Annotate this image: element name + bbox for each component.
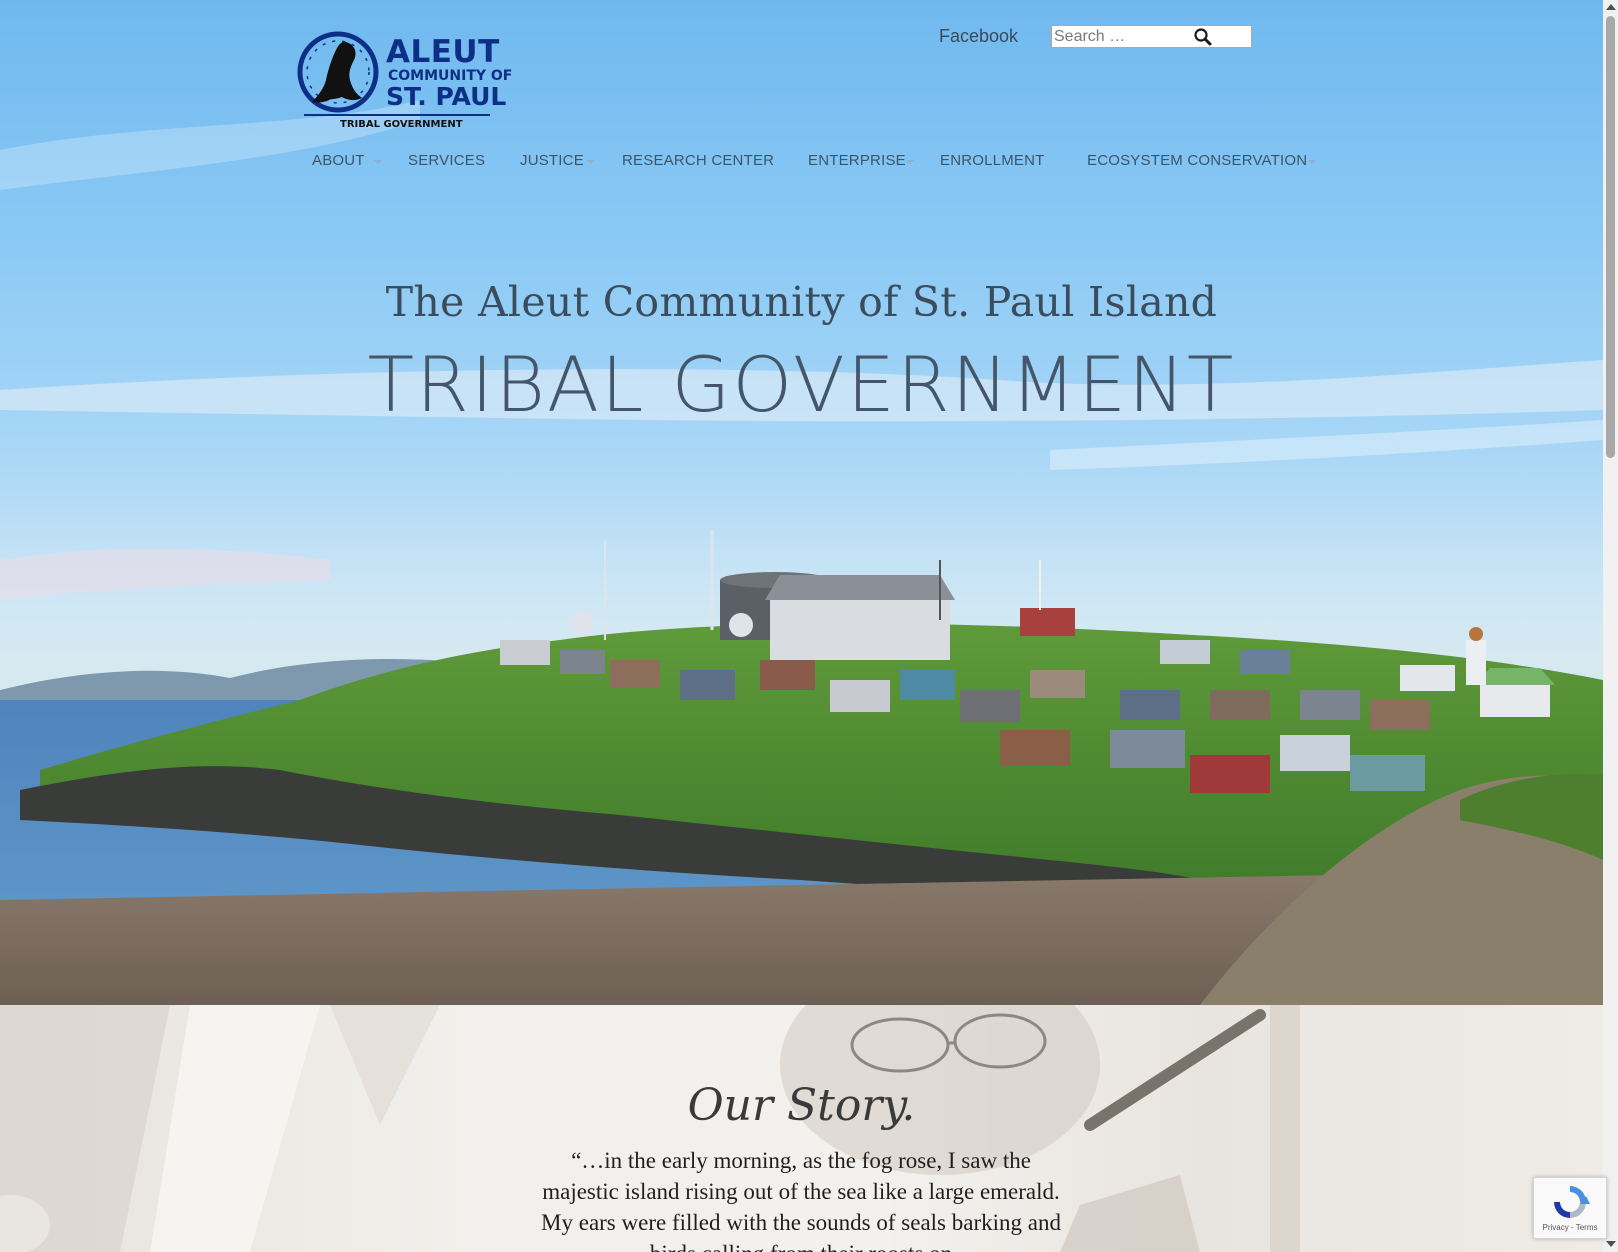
recaptcha-badge[interactable]: Privacy - Terms [1533,1177,1607,1239]
scroll-up-arrow-icon[interactable] [1606,4,1616,10]
logo-text-tribal-government: TRIBAL GOVERNMENT [340,119,463,130]
chevron-down-icon [374,160,382,164]
nav-item-services[interactable]: SERVICES [408,152,485,169]
seal-emblem-icon [297,31,379,113]
vertical-scrollbar[interactable] [1603,0,1618,1252]
chevron-down-icon [906,160,914,164]
story-title: Our Story. [687,1080,916,1131]
chevron-down-icon [1308,160,1316,164]
story-quote: “…in the early morning, as the fog rose,… [541,1148,1061,1252]
our-story-section: Our Story. “…in the early morning, as th… [0,1005,1603,1252]
site-logo[interactable]: ALEUT COMMUNITY OF ST. PAUL TRIBAL GOVER… [296,28,512,132]
search-button[interactable] [1192,26,1214,47]
logo-divider [304,114,490,116]
nav-item-enterprise[interactable]: ENTERPRISE [808,152,906,169]
logo-text-st-paul: ST. PAUL [386,82,507,111]
search-input[interactable] [1052,26,1196,47]
facebook-link[interactable]: Facebook [939,26,1018,47]
recaptcha-icon [1554,1186,1590,1218]
nav-item-justice[interactable]: JUSTICE [520,152,584,169]
hero-title: TRIBAL GOVERNMENT [367,340,1236,429]
nav-item-about[interactable]: ABOUT [312,152,365,169]
page: ALEUT COMMUNITY OF ST. PAUL TRIBAL GOVER… [0,0,1618,1252]
search-icon [1194,28,1212,46]
scrollbar-thumb[interactable] [1606,16,1615,458]
logo-text-aleut: ALEUT [386,34,500,70]
chevron-down-icon [587,160,595,164]
nav-item-ecosystem-conservation[interactable]: ECOSYSTEM CONSERVATION [1087,152,1307,169]
scroll-down-arrow-icon[interactable] [1606,1241,1616,1247]
hero-subtitle: The Aleut Community of St. Paul Island [385,278,1218,326]
nav-item-research-center[interactable]: RESEARCH CENTER [622,152,774,169]
search-form [1051,25,1252,48]
recaptcha-privacy-terms-links[interactable]: Privacy - Terms [1534,1223,1606,1232]
nav-item-enrollment[interactable]: ENROLLMENT [940,152,1045,169]
hero-background-photo [0,100,1603,1005]
hero-banner: ALEUT COMMUNITY OF ST. PAUL TRIBAL GOVER… [0,0,1603,1005]
